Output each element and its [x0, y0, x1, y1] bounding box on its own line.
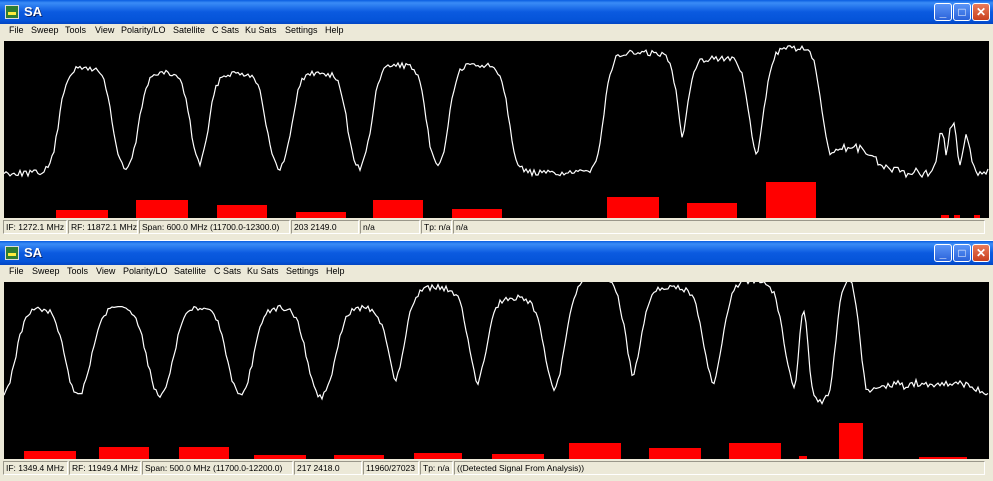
detected-signal-bar: [569, 443, 621, 459]
menu-c-sats[interactable]: C Sats: [212, 25, 239, 35]
detected-signal-bar: [334, 455, 384, 459]
window-title: SA: [24, 4, 43, 19]
detected-signal-bar: [24, 451, 76, 459]
status-reading: 203 2149.0: [291, 220, 359, 234]
menu-file[interactable]: File: [9, 266, 24, 276]
menu-polarity-lo[interactable]: Polarity/LO: [123, 266, 168, 276]
detected-signal-bar: [452, 209, 502, 218]
menu-c-sats[interactable]: C Sats: [214, 266, 241, 276]
window-border: [0, 236, 993, 240]
detected-signal-bar: [56, 210, 108, 218]
detected-signal-bar: [799, 456, 807, 459]
status-reading: 217 2418.0: [294, 461, 362, 475]
menu-bar: File Sweep Tools View Polarity/LO Satell…: [0, 265, 993, 281]
detected-signal-bar: [687, 203, 737, 218]
spectrum-analyzer-window-2: SA _ □ ✕ File Sweep Tools View Polarity/…: [0, 241, 993, 481]
status-message: n/a: [453, 220, 985, 234]
status-if: IF: 1272.1 MHz: [3, 220, 67, 234]
minimize-button[interactable]: _: [934, 244, 952, 262]
spectrum-plot[interactable]: [4, 282, 989, 459]
status-bar: IF: 1349.4 MHz RF: 11949.4 MHz Span: 500…: [0, 460, 993, 477]
menu-sweep[interactable]: Sweep: [31, 25, 59, 35]
status-tp: Tp: n/a: [420, 461, 453, 475]
menu-tools[interactable]: Tools: [65, 25, 86, 35]
detected-signal-bar: [839, 423, 863, 459]
detected-signal-bar: [254, 455, 306, 459]
detected-signal-bar: [296, 212, 346, 218]
minimize-button[interactable]: _: [934, 3, 952, 21]
detected-signal-bar: [766, 182, 816, 218]
title-bar[interactable]: SA _ □ ✕: [0, 241, 993, 265]
detected-signal-bar: [414, 453, 462, 459]
menu-settings[interactable]: Settings: [286, 266, 319, 276]
status-field-5: n/a: [360, 220, 420, 234]
detected-signal-bar: [941, 215, 949, 218]
menu-bar: File Sweep Tools View Polarity/LO Satell…: [0, 24, 993, 40]
maximize-icon: □: [958, 246, 966, 260]
title-bar[interactable]: SA _ □ ✕: [0, 0, 993, 24]
menu-ku-sats[interactable]: Ku Sats: [247, 266, 279, 276]
detected-signal-bar: [974, 215, 980, 218]
status-rf: RF: 11872.1 MHz: [68, 220, 138, 234]
status-bar: IF: 1272.1 MHz RF: 11872.1 MHz Span: 600…: [0, 219, 993, 236]
detected-signal-bar: [729, 443, 781, 459]
detected-signal-bar: [136, 200, 188, 218]
spectrum-svg: [4, 44, 989, 218]
menu-settings[interactable]: Settings: [285, 25, 318, 35]
maximize-button[interactable]: □: [953, 244, 971, 262]
menu-ku-sats[interactable]: Ku Sats: [245, 25, 277, 35]
status-field-5: 11960/27023: [363, 461, 419, 475]
close-icon: ✕: [975, 246, 987, 260]
status-if: IF: 1349.4 MHz: [3, 461, 68, 475]
menu-view[interactable]: View: [95, 25, 114, 35]
detected-signal-bar: [954, 215, 960, 218]
menu-help[interactable]: Help: [325, 25, 344, 35]
status-span: Span: 500.0 MHz (11700.0-12200.0): [142, 461, 293, 475]
menu-sweep[interactable]: Sweep: [32, 266, 60, 276]
detected-signal-bar: [217, 205, 267, 218]
detected-signal-bar: [99, 447, 149, 459]
menu-polarity-lo[interactable]: Polarity/LO: [121, 25, 166, 35]
status-span: Span: 600.0 MHz (11700.0-12300.0): [139, 220, 290, 234]
close-icon: ✕: [975, 5, 987, 19]
detected-signal-bar: [919, 457, 967, 459]
status-message: ((Detected Signal From Analysis)): [454, 461, 985, 475]
spectrum-plot[interactable]: [4, 41, 989, 218]
menu-file[interactable]: File: [9, 25, 24, 35]
close-button[interactable]: ✕: [972, 244, 990, 262]
minimize-icon: _: [939, 5, 947, 19]
menu-help[interactable]: Help: [326, 266, 345, 276]
status-tp: Tp: n/a: [421, 220, 452, 234]
detected-signal-bar: [179, 447, 229, 459]
detected-signal-bar: [649, 448, 701, 459]
spectrum-trace: [4, 44, 989, 179]
detected-signal-bar: [607, 197, 659, 218]
minimize-icon: _: [939, 246, 947, 260]
spectrum-svg: [4, 282, 989, 459]
menu-tools[interactable]: Tools: [67, 266, 88, 276]
menu-satellite[interactable]: Satellite: [174, 266, 206, 276]
spectrum-analyzer-window-1: SA _ □ ✕ File Sweep Tools View Polarity/…: [0, 0, 993, 240]
detected-signal-bar: [373, 200, 423, 218]
app-icon: [5, 246, 19, 260]
maximize-button[interactable]: □: [953, 3, 971, 21]
spectrum-trace: [4, 282, 989, 406]
detected-signal-bar: [492, 454, 544, 459]
close-button[interactable]: ✕: [972, 3, 990, 21]
menu-view[interactable]: View: [96, 266, 115, 276]
app-icon: [5, 5, 19, 19]
status-rf: RF: 11949.4 MHz: [69, 461, 141, 475]
window-title: SA: [24, 245, 43, 260]
menu-satellite[interactable]: Satellite: [173, 25, 205, 35]
maximize-icon: □: [958, 5, 966, 19]
